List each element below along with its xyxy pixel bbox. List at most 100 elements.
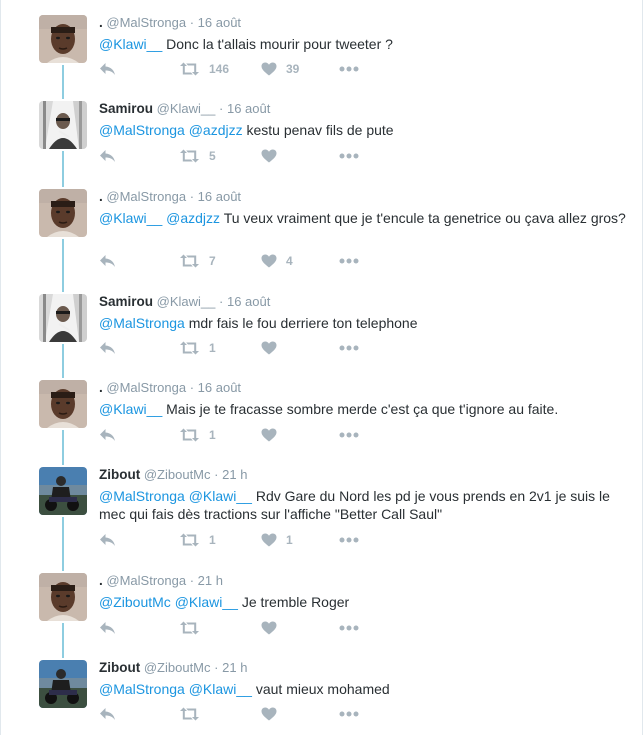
author-handle[interactable]: @ZiboutMc	[144, 660, 211, 675]
tweet-body: Mais je te fracasse sombre merde c'est ç…	[166, 401, 559, 417]
avatar-malstronga[interactable]	[39, 573, 87, 621]
author-handle[interactable]: @MalStronga	[106, 189, 186, 204]
tweet-timestamp[interactable]: 16 août	[198, 189, 241, 204]
reply-button[interactable]	[99, 62, 116, 76]
author-name[interactable]: Samirou	[99, 101, 153, 116]
reply-button[interactable]	[99, 254, 116, 268]
separator-dot: ·	[189, 573, 195, 588]
mention-link[interactable]: @azdjzz	[189, 122, 243, 138]
retweet-button[interactable]: 5	[179, 149, 216, 163]
tweet-actions: 1 1	[99, 530, 379, 550]
reply-button[interactable]	[99, 533, 116, 547]
tweet[interactable]: Samirou @Klawi__ · 16 août @MalStronga md…	[1, 294, 642, 362]
more-icon	[339, 625, 359, 631]
tweet-timestamp[interactable]: 16 août	[198, 380, 241, 395]
tweet-timestamp[interactable]: 16 août	[198, 15, 241, 30]
retweet-icon	[179, 62, 200, 76]
avatar-malstronga[interactable]	[39, 189, 87, 237]
tweet[interactable]: Zibout @ZiboutMc · 21 h @MalStronga @Klaw…	[1, 660, 642, 728]
author-handle[interactable]: @Klawi__	[157, 294, 216, 309]
mention-link[interactable]: @azdjzz	[166, 210, 220, 226]
reply-button[interactable]	[99, 428, 116, 442]
more-options-button[interactable]	[339, 625, 359, 631]
tweet[interactable]: . @MalStronga · 21 h @ZiboutMc @Klawi__ J…	[1, 573, 642, 642]
author-name[interactable]: .	[99, 573, 103, 588]
retweet-count: 5	[209, 149, 216, 163]
mention-link[interactable]: @ZiboutMc	[99, 594, 171, 610]
conversation-thread: . @MalStronga · 16 août @Klawi__ Donc la …	[0, 0, 643, 735]
more-options-button[interactable]	[339, 153, 359, 159]
heart-icon	[261, 341, 277, 355]
like-button[interactable]	[261, 621, 286, 635]
more-options-button[interactable]	[339, 66, 359, 72]
tweet[interactable]: . @MalStronga · 16 août @Klawi__ @azdjzz …	[1, 189, 642, 275]
mention-link[interactable]: @MalStronga	[99, 488, 185, 504]
retweet-count: 1	[209, 533, 216, 547]
retweet-button[interactable]: 7	[179, 254, 216, 268]
author-name[interactable]: Zibout	[99, 660, 140, 675]
mention-link[interactable]: @MalStronga	[99, 122, 185, 138]
retweet-button[interactable]: 1	[179, 428, 216, 442]
mention-link[interactable]: @MalStronga	[99, 315, 185, 331]
avatar-samirou[interactable]	[39, 101, 87, 149]
retweet-button[interactable]: 1	[179, 341, 216, 355]
retweet-button[interactable]	[179, 621, 209, 635]
like-button[interactable]: 4	[261, 254, 293, 268]
avatar-malstronga[interactable]	[39, 380, 87, 428]
heart-icon	[261, 533, 277, 547]
retweet-icon	[179, 428, 200, 442]
like-button[interactable]: 39	[261, 62, 299, 76]
author-name[interactable]: Zibout	[99, 467, 140, 482]
reply-button[interactable]	[99, 341, 116, 355]
author-handle[interactable]: @Klawi__	[157, 101, 216, 116]
more-icon	[339, 711, 359, 717]
reply-button[interactable]	[99, 621, 116, 635]
author-name[interactable]: Samirou	[99, 294, 153, 309]
retweet-button[interactable]	[179, 707, 209, 721]
like-button[interactable]: 1	[261, 533, 293, 547]
tweet-timestamp[interactable]: 21 h	[222, 660, 247, 675]
tweet-timestamp[interactable]: 21 h	[222, 467, 247, 482]
mention-link[interactable]: @Klawi__	[189, 681, 252, 697]
mention-link[interactable]: @Klawi__	[99, 401, 162, 417]
more-options-button[interactable]	[339, 345, 359, 351]
tweet-actions: 7 4	[99, 251, 379, 271]
more-options-button[interactable]	[339, 537, 359, 543]
retweet-button[interactable]: 1	[179, 533, 216, 547]
author-name[interactable]: .	[99, 15, 103, 30]
tweet[interactable]: Zibout @ZiboutMc · 21 h @MalStronga @Klaw…	[1, 467, 642, 554]
tweet-body: kestu penav fils de pute	[246, 122, 394, 138]
author-handle[interactable]: @MalStronga	[106, 380, 186, 395]
avatar-samirou[interactable]	[39, 294, 87, 342]
avatar-malstronga[interactable]	[39, 15, 87, 63]
tweet[interactable]: . @MalStronga · 16 août @Klawi__ Donc la …	[1, 15, 642, 83]
tweet[interactable]: . @MalStronga · 16 août @Klawi__ Mais je …	[1, 380, 642, 449]
author-handle[interactable]: @MalStronga	[106, 573, 186, 588]
author-name[interactable]: .	[99, 189, 103, 204]
more-options-button[interactable]	[339, 432, 359, 438]
like-button[interactable]	[261, 341, 286, 355]
tweet[interactable]: Samirou @Klawi__ · 16 août @MalStronga @a…	[1, 101, 642, 170]
more-options-button[interactable]	[339, 258, 359, 264]
author-name[interactable]: .	[99, 380, 103, 395]
tweet-timestamp[interactable]: 21 h	[198, 573, 223, 588]
reply-button[interactable]	[99, 149, 116, 163]
like-button[interactable]	[261, 149, 286, 163]
mention-link[interactable]: @Klawi__	[175, 594, 238, 610]
separator-dot: ·	[214, 467, 219, 482]
mention-link[interactable]: @MalStronga	[99, 681, 185, 697]
mention-link[interactable]: @Klawi__	[99, 36, 162, 52]
author-handle[interactable]: @MalStronga	[106, 15, 186, 30]
retweet-button[interactable]: 146	[179, 62, 229, 76]
like-button[interactable]	[261, 428, 286, 442]
tweet-timestamp[interactable]: 16 août	[227, 101, 270, 116]
author-handle[interactable]: @ZiboutMc	[144, 467, 211, 482]
mention-link[interactable]: @Klawi__	[99, 210, 162, 226]
avatar-zibout[interactable]	[39, 660, 87, 708]
mention-link[interactable]: @Klawi__	[189, 488, 252, 504]
like-button[interactable]	[261, 707, 286, 721]
avatar-zibout[interactable]	[39, 467, 87, 515]
more-options-button[interactable]	[339, 711, 359, 717]
reply-button[interactable]	[99, 707, 116, 721]
tweet-timestamp[interactable]: 16 août	[227, 294, 270, 309]
